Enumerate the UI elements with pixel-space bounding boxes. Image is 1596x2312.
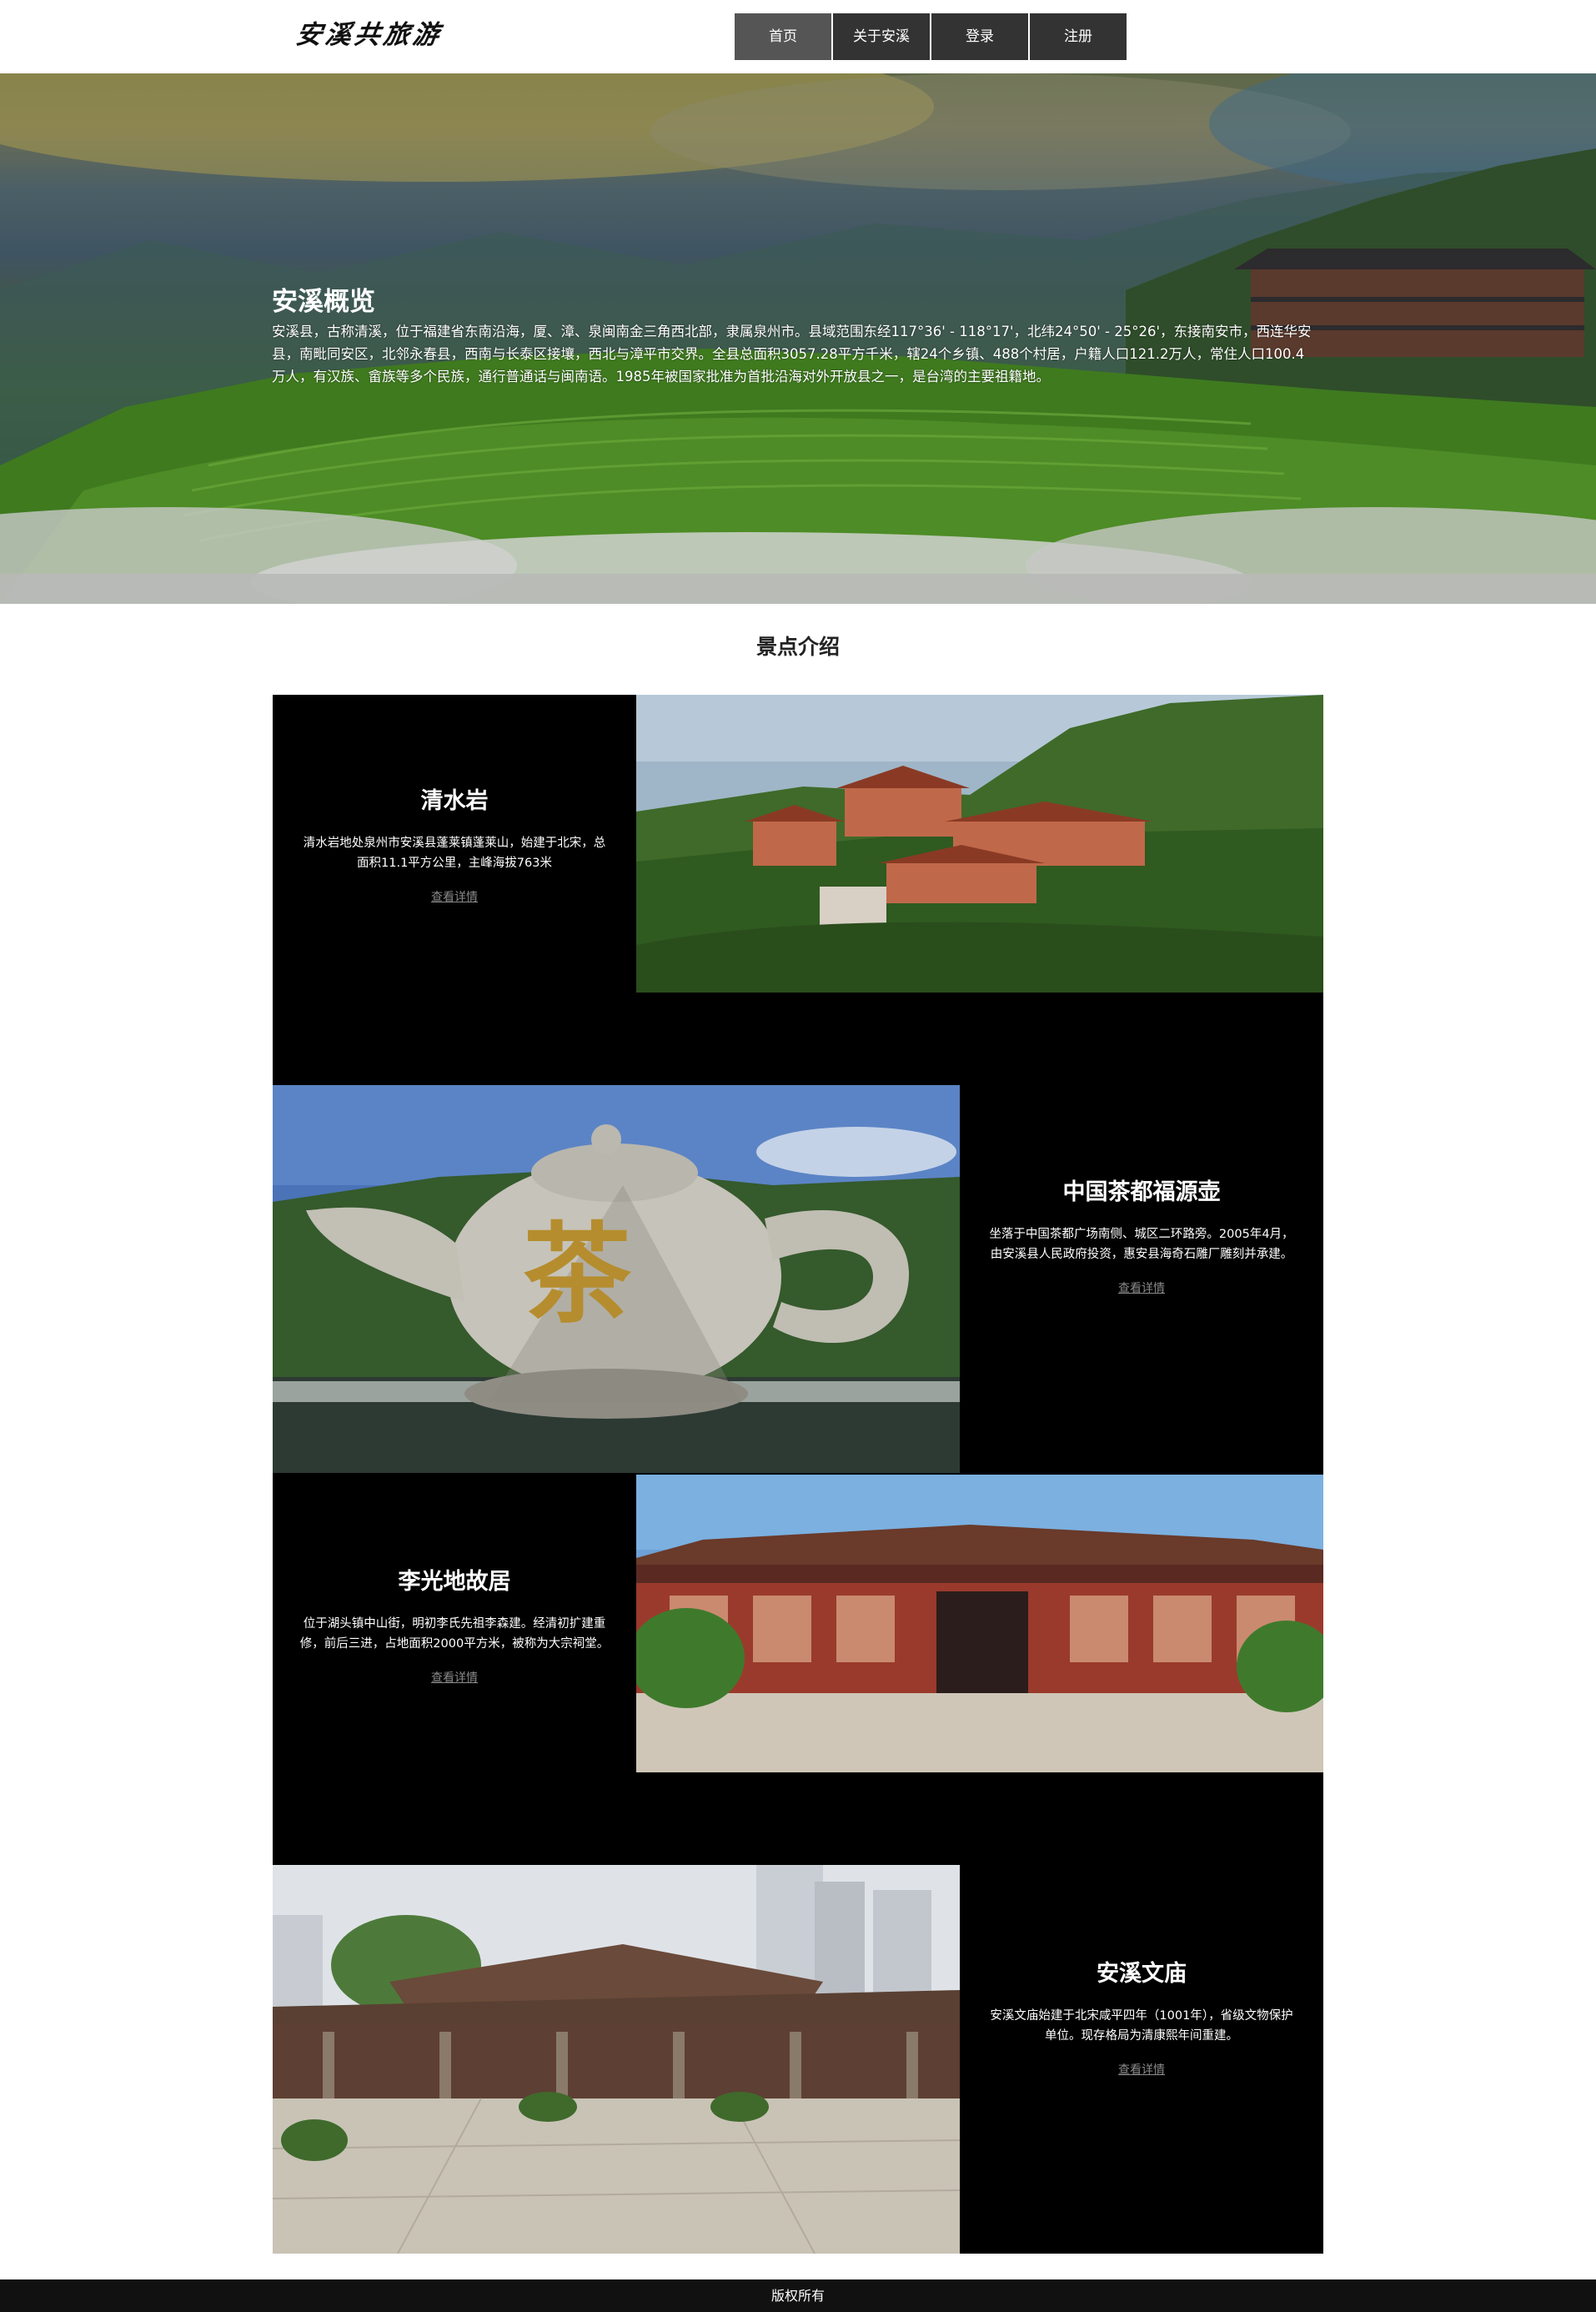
svg-text:茶: 茶 xyxy=(523,1210,632,1338)
spot-description: 位于湖头镇中山街，明初李氏先祖李森建。经清初扩建重修，前后三进，占地面积2000… xyxy=(299,1617,610,1651)
hero-banner: 安溪概览 安溪县，古称清溪，位于福建省东南沿海，厦、漳、泉闽南金三角西北部，隶属… xyxy=(0,73,1596,604)
spot-card-liguangdi: 李光地故居 位于湖头镇中山街，明初李氏先祖李森建。经清初扩建重修，前后三进，占地… xyxy=(273,1563,636,1686)
spot-image-wenmiao[interactable] xyxy=(273,1865,960,2254)
nav-item-register[interactable]: 注册 xyxy=(1030,13,1127,60)
main-nav: 首页 关于安溪 登录 注册 xyxy=(735,13,1128,60)
site-logo[interactable]: 安溪共旅游 xyxy=(294,17,444,53)
spot-details-link[interactable]: 查看详情 xyxy=(1118,1279,1165,1296)
spot-description: 安溪文庙始建于北宋咸平四年（1001年），省级文物保护单位。现存格局为清康熙年间… xyxy=(990,2009,1293,2043)
spot-details-link[interactable]: 查看详情 xyxy=(1118,2061,1165,2078)
nav-item-about[interactable]: 关于安溪 xyxy=(833,13,930,60)
nav-item-login[interactable]: 登录 xyxy=(931,13,1028,60)
spot-title: 李光地故居 xyxy=(398,1569,511,1595)
spot-card-wenmiao: 安溪文庙 安溪文庙始建于北宋咸平四年（1001年），省级文物保护单位。现存格局为… xyxy=(960,1955,1323,2078)
spot-image-liguangdi[interactable] xyxy=(636,1475,1323,1772)
spot-image-teapot[interactable]: 茶 xyxy=(273,1085,960,1473)
spots-list: 清水岩 清水岩地处泉州市安溪县蓬莱镇蓬莱山，始建于北宋，总面积11.1平方公里，… xyxy=(273,695,1323,2254)
spot-card-teapot: 中国茶都福源壶 坐落于中国茶都广场南侧、城区二环路旁。2005年4月，由安溪县人… xyxy=(960,1174,1323,1296)
spot-title: 清水岩 xyxy=(420,788,489,814)
spot-description: 清水岩地处泉州市安溪县蓬莱镇蓬莱山，始建于北宋，总面积11.1平方公里，主峰海拔… xyxy=(303,837,606,870)
hero-description: 安溪县，古称清溪，位于福建省东南沿海，厦、漳、泉闽南金三角西北部，隶属泉州市。县… xyxy=(272,324,1312,384)
nav-item-home[interactable]: 首页 xyxy=(735,13,831,60)
spot-image-qingshuiyan[interactable] xyxy=(636,695,1323,993)
spot-details-link[interactable]: 查看详情 xyxy=(431,888,478,905)
site-footer: 版权所有 xyxy=(0,2279,1596,2312)
spot-description: 坐落于中国茶都广场南侧、城区二环路旁。2005年4月，由安溪县人民政府投资，惠安… xyxy=(989,1228,1294,1261)
section-title: 景点介绍 xyxy=(755,635,840,659)
spot-title: 安溪文庙 xyxy=(1097,1961,1187,1987)
site-header: 安溪共旅游 首页 关于安溪 登录 注册 xyxy=(0,0,1596,73)
spot-title: 中国茶都福源壶 xyxy=(1062,1179,1221,1205)
spot-details-link[interactable]: 查看详情 xyxy=(431,1669,478,1686)
spot-card-qingshuiyan: 清水岩 清水岩地处泉州市安溪县蓬莱镇蓬莱山，始建于北宋，总面积11.1平方公里，… xyxy=(273,782,636,905)
hero-title: 安溪概览 xyxy=(272,287,375,317)
copyright-text: 版权所有 xyxy=(770,2288,825,2304)
